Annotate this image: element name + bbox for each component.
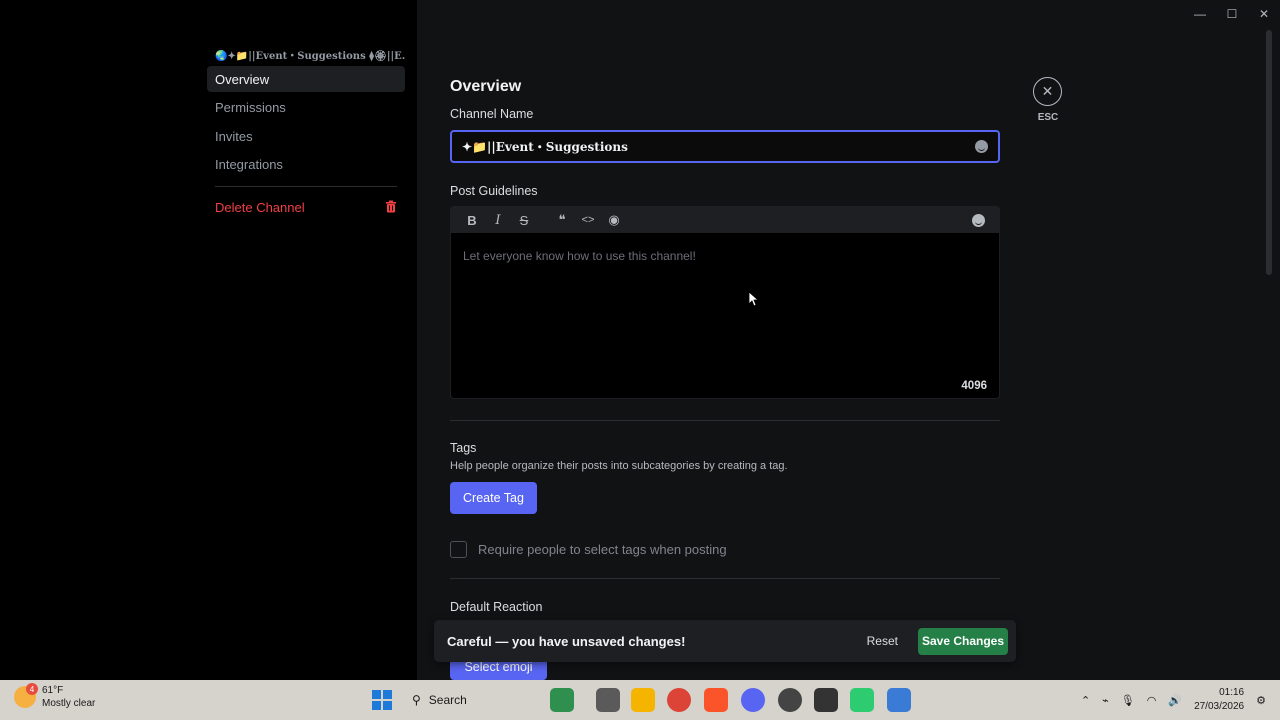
trash-icon — [385, 200, 397, 216]
close-window-button[interactable]: ✕ — [1248, 0, 1280, 28]
section-divider — [450, 420, 1000, 421]
taskbar-search[interactable]: ⚲ Search — [404, 687, 544, 713]
reset-button[interactable]: Reset — [867, 634, 898, 648]
italic-icon[interactable]: I — [487, 209, 509, 231]
create-tag-button[interactable]: Create Tag — [450, 482, 537, 514]
code-icon[interactable]: <> — [577, 209, 599, 231]
reaction-preview — [710, 660, 922, 680]
post-guidelines-editor[interactable]: B I S ❝ <> ◉ Let everyone know how to us… — [450, 206, 1000, 399]
quote-icon[interactable]: ❝ — [551, 209, 573, 231]
tags-label: Tags — [450, 441, 477, 455]
clock[interactable]: 01:16 27/03/2026 — [1194, 686, 1244, 714]
section-divider — [450, 578, 1000, 579]
sidebar-channel-header: 🌏✦📁||Event・Suggestions ⧫🏵||E... — [215, 51, 405, 62]
close-settings[interactable]: ✕ ESC — [1033, 77, 1063, 123]
settings-sidebar: 🌏✦📁||Event・Suggestions ⧫🏵||E... Overview… — [0, 0, 417, 680]
channel-name-input[interactable]: ✦📁||Event・Suggestions — [450, 130, 1000, 163]
file-explorer-icon[interactable] — [631, 688, 655, 712]
post-guidelines-label: Post Guidelines — [450, 184, 538, 198]
discord-icon[interactable] — [741, 688, 765, 712]
task-view-icon[interactable] — [596, 688, 620, 712]
strikethrough-icon[interactable]: S — [513, 209, 535, 231]
sidebar-item-label: Permissions — [215, 100, 286, 115]
esc-label: ESC — [1037, 112, 1059, 123]
require-tags-checkbox[interactable] — [450, 541, 467, 558]
windows-start-icon[interactable] — [372, 690, 392, 710]
sidebar-item-label: Overview — [215, 71, 270, 87]
system-tray: ⌃ ⌁ 🎙 ◠ 🔊 01:16 27/03/2026 ⚙ — [1081, 680, 1280, 720]
save-changes-button[interactable]: Save Changes — [918, 627, 1008, 655]
delete-channel-button[interactable]: Delete Channel — [207, 195, 405, 221]
page-title: Overview — [450, 78, 522, 95]
search-icon: ⚲ — [412, 693, 421, 707]
minimize-button[interactable]: — — [1184, 0, 1216, 28]
sidebar-divider — [215, 185, 397, 187]
clock-time: 01:16 — [1219, 687, 1245, 698]
channel-name-label: Channel Name — [450, 107, 534, 121]
tags-help-text: Help people organize their posts into su… — [450, 460, 788, 472]
brave-icon[interactable] — [704, 688, 728, 712]
sidebar-item-overview[interactable]: Overview — [207, 66, 405, 92]
taskbar: 4 61°F Mostly clear ⚲ Search ⌃ ⌁ 🎙 ◠ 🔊 0… — [0, 680, 1280, 720]
maximize-button[interactable]: ☐ — [1216, 0, 1248, 28]
sidebar-item-label: Invites — [215, 128, 253, 144]
format-toolbar: B I S ❝ <> ◉ — [451, 207, 999, 233]
wifi-icon[interactable]: ◠ — [1147, 694, 1157, 707]
weather-icon: 4 — [14, 683, 38, 708]
steam-icon[interactable] — [778, 688, 802, 712]
android-app-icon[interactable] — [850, 688, 874, 712]
mouse-cursor-icon — [748, 291, 760, 312]
close-icon[interactable]: ✕ — [1033, 77, 1062, 106]
network-icon[interactable]: ⌁ — [1102, 694, 1109, 707]
require-tags-label: Require people to select tags when posti… — [478, 542, 727, 557]
chrome-icon[interactable] — [667, 688, 691, 712]
emoji-picker-icon[interactable] — [967, 209, 989, 231]
scrollbar[interactable] — [1266, 30, 1272, 275]
window-controls: — ☐ ✕ — [1184, 0, 1280, 28]
unsaved-message: Careful — you have unsaved changes! — [447, 633, 686, 649]
shield-app-icon[interactable] — [887, 688, 911, 712]
unsaved-changes-bar: Careful — you have unsaved changes! Rese… — [434, 620, 1016, 662]
chevron-up-icon[interactable]: ⌃ — [1081, 694, 1090, 707]
notification-badge: 4 — [26, 683, 38, 695]
sidebar-item-label: Integrations — [215, 157, 283, 172]
require-tags-row[interactable]: Require people to select tags when posti… — [450, 541, 1000, 558]
guidelines-placeholder: Let everyone know how to use this channe… — [463, 249, 696, 263]
sidebar-item-permissions[interactable]: Permissions — [207, 95, 405, 121]
emoji-picker-icon[interactable] — [975, 140, 988, 153]
settings-main: Overview Channel Name ✦📁||Event・Suggesti… — [417, 0, 1280, 680]
bold-icon[interactable]: B — [461, 209, 483, 231]
sidebar-item-invites[interactable]: Invites — [207, 123, 405, 149]
spoiler-eye-icon[interactable]: ◉ — [603, 209, 625, 231]
weather-temp: 61°F — [42, 685, 64, 696]
settings-gear-icon[interactable]: ⚙ — [1256, 694, 1266, 707]
volume-icon[interactable]: 🔊 — [1168, 694, 1182, 707]
game-app-icon[interactable] — [550, 688, 574, 712]
channel-name-value: ✦📁||Event・Suggestions — [462, 140, 628, 154]
default-reaction-label: Default Reaction — [450, 600, 543, 614]
sidebar-item-integrations[interactable]: Integrations — [207, 152, 405, 178]
delete-channel-label: Delete Channel — [215, 200, 305, 215]
weather-widget[interactable]: 4 61°F Mostly clear — [14, 683, 96, 710]
character-counter: 4096 — [961, 380, 987, 392]
microphone-icon[interactable]: 🎙 — [1121, 694, 1135, 707]
weather-desc: Mostly clear — [42, 698, 96, 709]
search-label: Search — [428, 693, 467, 707]
clock-date: 27/03/2026 — [1194, 701, 1245, 712]
app-icon[interactable] — [814, 688, 838, 712]
